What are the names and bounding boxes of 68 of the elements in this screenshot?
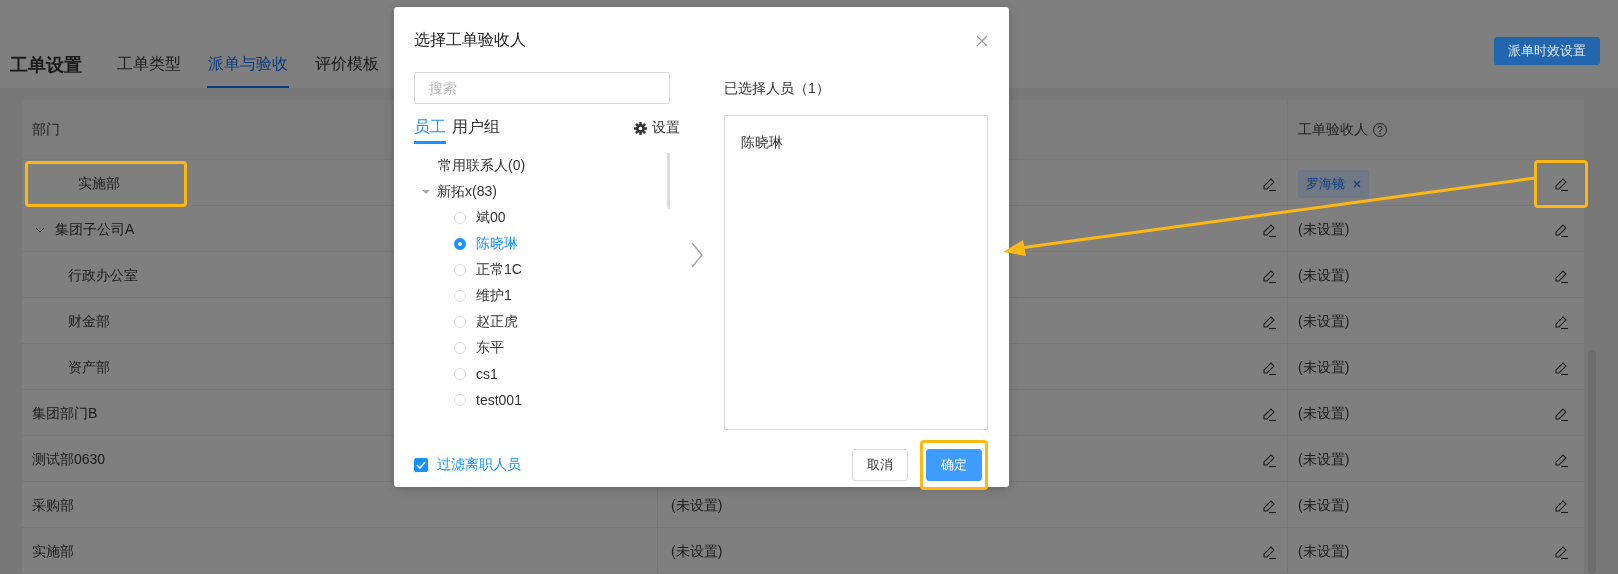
department-name: 行政办公室: [68, 267, 138, 285]
unset-value: (未设置): [1298, 267, 1350, 285]
remove-icon[interactable]: [1353, 180, 1361, 188]
selected-heading: 已选择人员（1）: [724, 79, 831, 98]
unset-value: (未设置): [1298, 497, 1350, 515]
employee-name[interactable]: 赵正虎: [476, 313, 518, 331]
edit-icon[interactable]: [1261, 452, 1277, 468]
edit-icon[interactable]: [1553, 544, 1569, 560]
edit-icon[interactable]: [1553, 268, 1569, 284]
dialog-tab[interactable]: 用户组: [452, 112, 500, 144]
edit-icon[interactable]: [1261, 360, 1277, 376]
column-header: 工单验收人: [1298, 120, 1368, 139]
edit-icon[interactable]: [1261, 268, 1277, 284]
edit-icon[interactable]: [1261, 222, 1277, 238]
edit-icon[interactable]: [1261, 176, 1277, 192]
radio-button[interactable]: [454, 238, 466, 250]
page-tab[interactable]: 评价模板: [314, 42, 380, 88]
column-header: 部门: [32, 120, 60, 139]
edit-icon[interactable]: [1553, 452, 1569, 468]
search-field[interactable]: 搜索: [414, 72, 670, 104]
edit-icon[interactable]: [1261, 406, 1277, 422]
dispatch-time-settings-button[interactable]: 派单时效设置: [1494, 37, 1600, 65]
department-name: 实施部: [32, 543, 74, 561]
department-name: 财金部: [68, 313, 110, 331]
unset-value: (未设置): [1298, 359, 1350, 377]
edit-icon[interactable]: [1553, 498, 1569, 514]
edit-icon[interactable]: [1261, 498, 1277, 514]
selected-person: 陈晓琳: [741, 134, 784, 152]
department-name: 实施部: [78, 175, 120, 193]
department-name: 集团子公司A: [55, 221, 135, 239]
edit-icon[interactable]: [1553, 406, 1569, 422]
employee-name[interactable]: 东平: [476, 339, 504, 357]
unset-value: (未设置): [1298, 313, 1350, 331]
checkbox[interactable]: [414, 458, 428, 472]
unset-value: (未设置): [671, 543, 723, 561]
chevron-icon[interactable]: [35, 225, 45, 235]
unset-value: (未设置): [1298, 451, 1350, 469]
cancel-button[interactable]: 取消: [852, 449, 908, 481]
edit-icon[interactable]: [1553, 176, 1569, 192]
unset-value: (未设置): [1298, 543, 1350, 561]
edit-icon[interactable]: [1553, 360, 1569, 376]
acceptor-name: 罗海镜: [1306, 175, 1345, 193]
employee-name[interactable]: 维护1: [476, 287, 512, 305]
edit-icon[interactable]: [1553, 314, 1569, 330]
department-name: 集团部门B: [32, 405, 98, 423]
department-node[interactable]: 新拓x(83): [437, 183, 497, 201]
employee-name[interactable]: 正常1C: [476, 261, 522, 279]
department-name: 测试部0630: [32, 451, 106, 469]
dialog-title: 选择工单验收人: [414, 30, 526, 50]
check-icon: [416, 461, 426, 469]
close-icon[interactable]: [976, 35, 988, 47]
page-title: 工单设置: [10, 54, 82, 77]
employee-name[interactable]: 斌00: [476, 209, 506, 227]
unset-value: (未设置): [671, 497, 723, 515]
edit-icon[interactable]: [1553, 222, 1569, 238]
employee-name[interactable]: cs1: [476, 366, 498, 382]
department-name: 资产部: [68, 359, 110, 377]
settings-button[interactable]: 设置: [634, 119, 680, 137]
gear-icon: [634, 121, 647, 135]
unset-value: (未设置): [1298, 221, 1350, 239]
edit-icon[interactable]: [1261, 314, 1277, 330]
contact-group[interactable]: 常用联系人(0): [438, 157, 526, 175]
department-name: 采购部: [32, 497, 74, 515]
help-icon: [1372, 121, 1388, 138]
page-tab[interactable]: 工单类型: [116, 42, 182, 88]
employee-name[interactable]: test001: [476, 392, 522, 408]
unset-value: (未设置): [1298, 405, 1350, 423]
edit-icon[interactable]: [1261, 544, 1277, 560]
